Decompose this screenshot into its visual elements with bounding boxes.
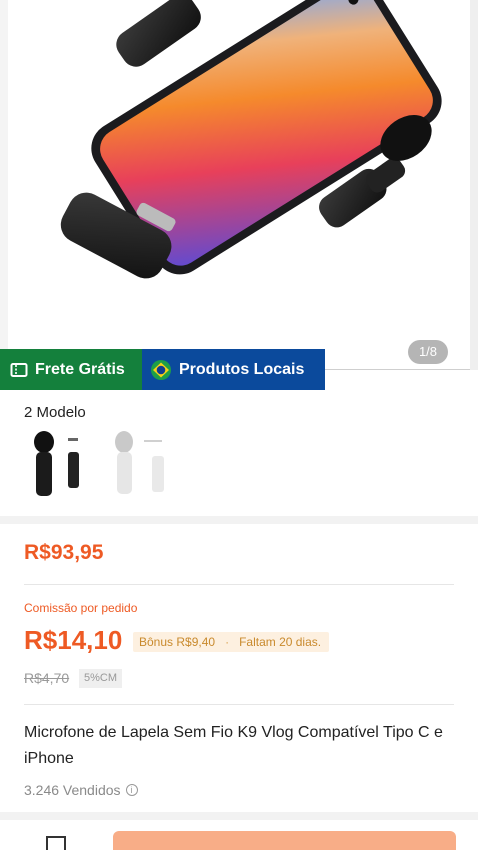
badge-locais-label: Produtos Locais xyxy=(179,360,305,378)
store-icon[interactable] xyxy=(46,836,66,850)
commission-label: Comissão por pedido xyxy=(24,601,138,615)
divider xyxy=(24,704,454,705)
product-photo xyxy=(60,0,442,279)
white-mic-thumbnail xyxy=(115,431,164,494)
badge-produtos-locais: Produtos Locais xyxy=(142,349,325,390)
variant-option-black[interactable] xyxy=(22,428,94,500)
variants-title: 2 Modelo xyxy=(24,404,86,421)
separator-dot: · xyxy=(225,635,230,649)
black-mic-thumbnail xyxy=(34,431,79,496)
product-image-gallery[interactable]: 1/8 xyxy=(0,0,478,370)
ticket-icon xyxy=(10,362,28,378)
bottom-action-bar xyxy=(0,820,478,850)
brazil-flag-icon xyxy=(150,359,172,381)
commission-rate-tag: 5%CM xyxy=(79,669,123,688)
section-separator xyxy=(0,516,478,524)
section-separator xyxy=(0,812,478,820)
bonus-badge: Bônus R$9,40 · Faltam 20 dias. xyxy=(133,632,330,652)
product-title: Microfone de Lapela Sem Fio K9 Vlog Comp… xyxy=(24,724,443,767)
primary-action-button[interactable] xyxy=(113,831,456,850)
divider xyxy=(325,369,470,370)
badge-frete-gratis: Frete Grátis xyxy=(0,349,142,390)
variant-selector: 2 Modelo xyxy=(0,392,478,516)
bonus-deadline: Faltam 20 dias. xyxy=(239,635,322,649)
image-edge xyxy=(470,0,478,370)
commission-value: R$14,10 xyxy=(24,625,123,655)
bonus-amount: Bônus R$9,40 xyxy=(139,635,216,649)
badge-frete-label: Frete Grátis xyxy=(35,360,125,378)
sold-count-label: 3.246 Vendidos xyxy=(24,782,121,798)
product-image xyxy=(8,0,470,370)
info-icon[interactable]: i xyxy=(125,784,138,796)
original-commission: R$4,70 xyxy=(24,670,70,686)
divider xyxy=(24,584,454,585)
variant-option-white[interactable] xyxy=(108,428,180,500)
sold-count: 3.246 Vendidos i xyxy=(24,782,138,798)
product-price: R$93,95 xyxy=(24,541,104,564)
badges-row: Frete Grátis Produtos Locais xyxy=(0,349,325,390)
image-pager: 1/8 xyxy=(408,340,448,364)
